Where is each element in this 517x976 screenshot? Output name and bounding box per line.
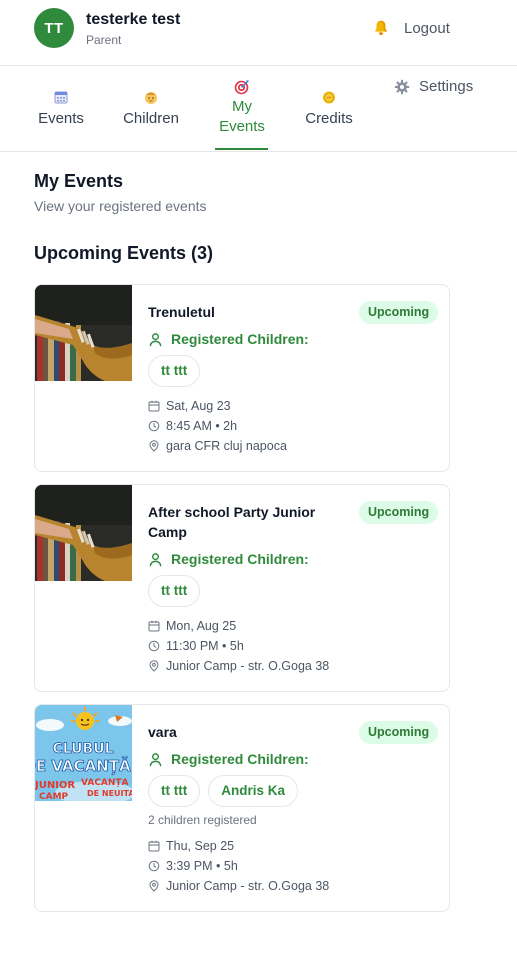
child-chip[interactable]: tt ttt (148, 575, 201, 607)
children-chips: tt ttt Andris Ka (148, 775, 298, 807)
bell-icon[interactable] (372, 19, 390, 37)
event-image (35, 485, 132, 581)
tab-label-line2: Events (219, 118, 265, 135)
section-title: Upcoming Events (3) (34, 243, 214, 263)
location-pin-icon (148, 880, 160, 892)
event-time: 3:39 PM • 5h (148, 859, 238, 873)
event-time-text: 3:39 PM • 5h (166, 859, 238, 873)
event-time: 8:45 AM • 2h (148, 419, 237, 433)
user-role: Parent (86, 33, 122, 47)
event-image: CLUBUL DE VACANȚĂ JUNIOR CAMP VACANȚA T … (35, 705, 132, 801)
clock-icon (148, 420, 160, 432)
registered-label-text: Registered Children: (171, 551, 309, 567)
tab-label-line1: My (232, 98, 252, 115)
poster-text-line2: DE VACANȚĂ (35, 756, 131, 775)
event-title: Trenuletul (148, 304, 215, 320)
poster-text-line1: CLUBUL (52, 741, 113, 757)
user-name: testerke test (86, 11, 181, 28)
registered-label-text: Registered Children: (171, 331, 309, 347)
active-tab-indicator (215, 148, 268, 150)
user-icon (148, 752, 163, 767)
tab-events[interactable]: Events (38, 89, 84, 129)
registered-children-label: Registered Children: (148, 551, 309, 567)
poster-text-line4: CAMP (39, 792, 69, 801)
children-chips: tt ttt (148, 575, 201, 607)
event-title: vara (148, 724, 177, 740)
event-date-text: Thu, Sep 25 (166, 839, 235, 853)
logout-button[interactable]: Logout (404, 20, 450, 37)
event-date: Sat, Aug 23 (148, 399, 231, 413)
event-date-text: Sat, Aug 23 (166, 399, 231, 413)
status-badge: Upcoming (359, 501, 439, 524)
gear-icon (394, 79, 410, 94)
children-count: 2 children registered (148, 813, 257, 827)
page-subtitle: View your registered events (34, 198, 207, 214)
tab-settings[interactable]: Settings (394, 78, 473, 95)
calendar-icon (148, 620, 160, 632)
clock-icon (148, 860, 160, 872)
event-time-text: 11:30 PM • 5h (166, 639, 244, 653)
tab-my-events[interactable]: My Events (216, 79, 268, 137)
status-badge: Upcoming (359, 301, 439, 324)
children-chips: tt ttt (148, 355, 201, 387)
event-time-text: 8:45 AM • 2h (166, 419, 238, 433)
event-image (35, 285, 132, 381)
tab-credits[interactable]: Credits (304, 89, 354, 129)
location-pin-icon (148, 440, 160, 452)
user-icon (148, 332, 163, 347)
event-location-text: Junior Camp - str. O.Goga 38 (166, 659, 330, 673)
page-title: My Events (34, 171, 124, 191)
registered-children-label: Registered Children: (148, 331, 309, 347)
tab-label: Events (38, 110, 84, 127)
calendar-icon (148, 840, 160, 852)
child-chip[interactable]: tt ttt (148, 775, 201, 807)
avatar[interactable]: TT (34, 8, 74, 48)
event-location: gara CFR cluj napoca (148, 439, 287, 453)
tab-children[interactable]: Children (123, 89, 179, 129)
event-location-text: Junior Camp - str. O.Goga 38 (166, 879, 330, 893)
child-chip[interactable]: Andris Ka (208, 775, 298, 807)
event-title: After school Party Junior Camp (148, 504, 316, 540)
tab-label: Credits (305, 110, 353, 127)
event-location-text: gara CFR cluj napoca (166, 439, 287, 453)
event-date: Mon, Aug 25 (148, 619, 236, 633)
poster-text-line6: DE NEUITAT (87, 789, 132, 798)
target-icon (234, 80, 249, 95)
tab-label: Children (123, 110, 179, 127)
event-date: Thu, Sep 25 (148, 839, 234, 853)
poster-text-line3: JUNIOR (35, 780, 75, 791)
coin-icon (323, 91, 335, 104)
calendar-icon (54, 91, 68, 104)
calendar-icon (148, 400, 160, 412)
event-card[interactable]: Trenuletul Upcoming Registered Children:… (34, 284, 450, 472)
user-icon (148, 552, 163, 567)
event-date-text: Mon, Aug 25 (166, 619, 237, 633)
clock-icon (148, 640, 160, 652)
event-card[interactable]: CLUBUL DE VACANȚĂ JUNIOR CAMP VACANȚA T … (34, 704, 450, 912)
app-header: TT testerke test Parent Logout (0, 0, 517, 66)
event-time: 11:30 PM • 5h (148, 639, 244, 653)
event-location: Junior Camp - str. O.Goga 38 (148, 659, 329, 673)
tab-label: Settings (419, 78, 474, 95)
location-pin-icon (148, 660, 160, 672)
registered-children-label: Registered Children: (148, 751, 309, 767)
baby-icon (145, 92, 157, 104)
event-location: Junior Camp - str. O.Goga 38 (148, 879, 329, 893)
poster-text-line5: VACANȚA T (81, 778, 132, 788)
event-card[interactable]: After school Party Junior Camp Upcoming … (34, 484, 450, 692)
registered-label-text: Registered Children: (171, 751, 309, 767)
child-chip[interactable]: tt ttt (148, 355, 201, 387)
main-tabs: Events Children My Events Credits Settin… (0, 66, 517, 152)
status-badge: Upcoming (359, 721, 439, 744)
